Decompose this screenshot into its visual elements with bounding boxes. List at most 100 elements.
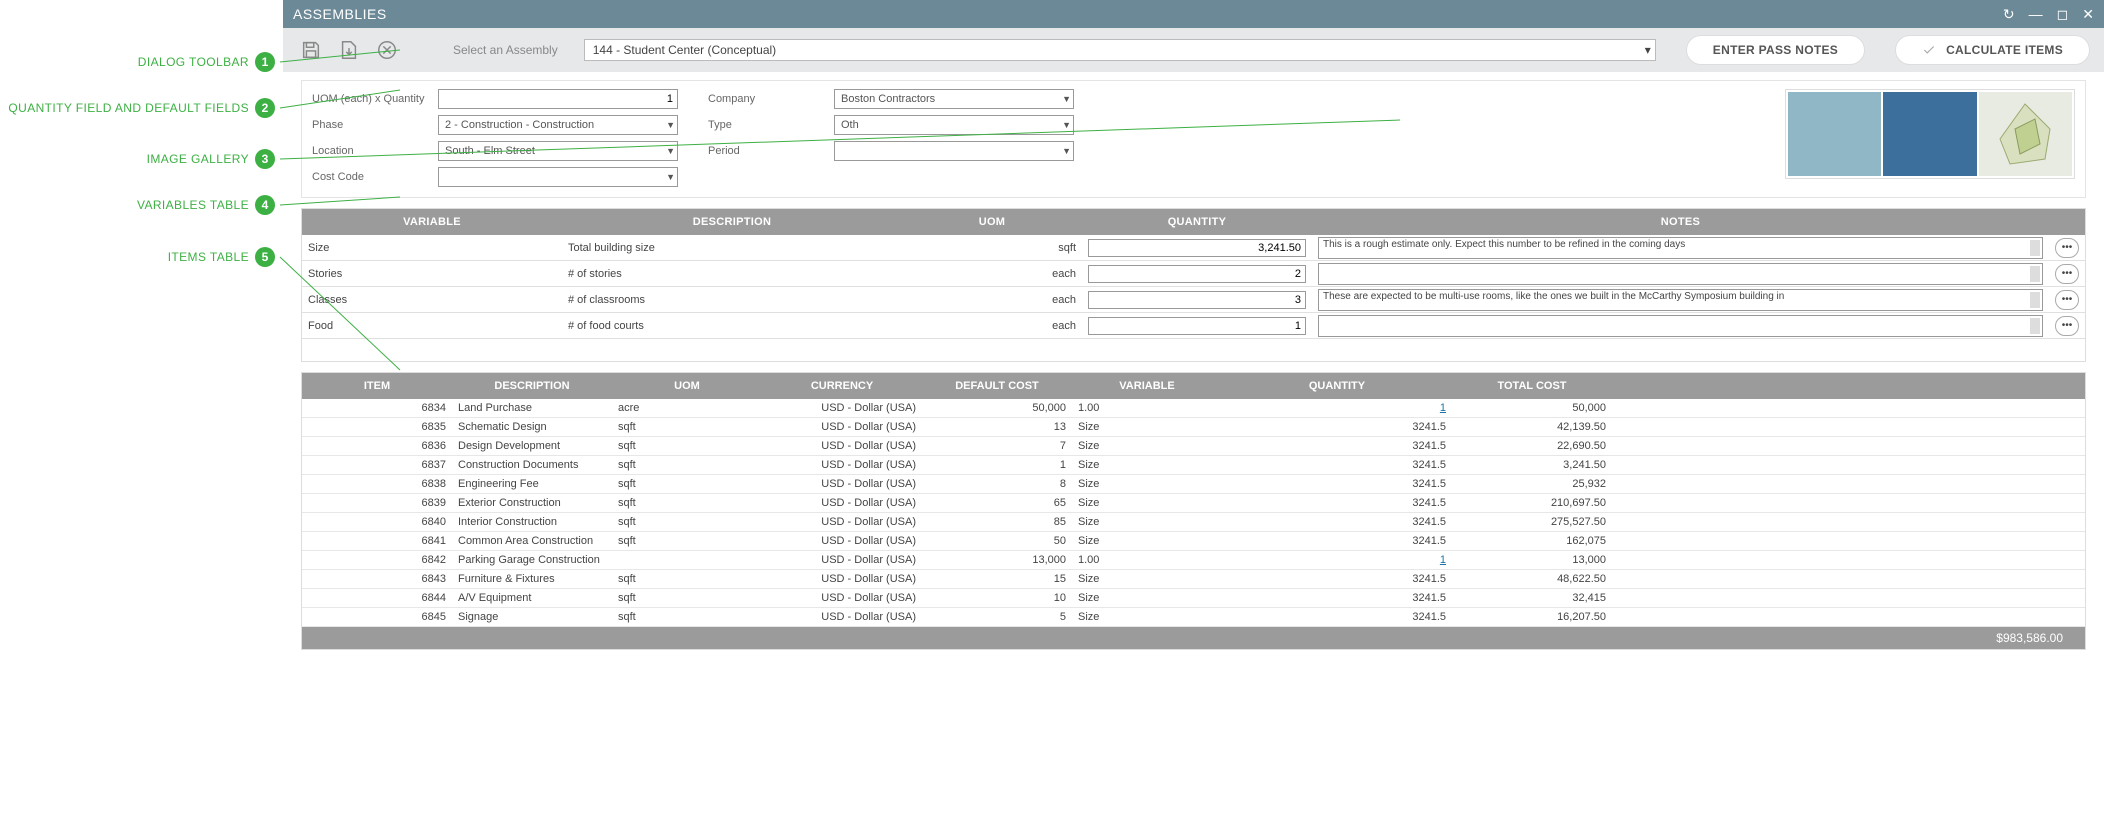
item-variable: Size [1072,440,1222,452]
item-default-cost: 13 [922,421,1072,433]
period-select[interactable]: ▼ [834,141,1074,161]
gallery-image[interactable] [1788,92,1881,176]
costcode-select[interactable]: ▼ [438,167,678,187]
minimize-icon[interactable]: — [2029,6,2043,22]
item-id: 6837 [302,459,452,471]
variable-notes[interactable]: This is a rough estimate only. Expect th… [1318,237,2043,259]
refresh-icon[interactable]: ↻ [2003,6,2015,23]
close-icon[interactable]: ✕ [2082,6,2094,23]
assembly-select[interactable]: 144 - Student Center (Conceptual) ▾ [584,39,1656,61]
variable-notes[interactable] [1318,315,2043,337]
period-label: Period [708,145,828,157]
variable-notes[interactable]: These are expected to be multi-use rooms… [1318,289,2043,311]
phase-select[interactable]: 2 - Construction - Construction▼ [438,115,678,135]
item-currency: USD - Dollar (USA) [762,478,922,490]
company-label: Company [708,93,828,105]
variable-row[interactable]: Classes# of classroomseachThese are expe… [302,287,2085,313]
type-select[interactable]: Oth▼ [834,115,1074,135]
item-row[interactable]: 6838Engineering FeesqftUSD - Dollar (USA… [302,475,2085,494]
item-currency: USD - Dollar (USA) [762,611,922,623]
more-button[interactable]: ••• [2055,316,2079,336]
image-gallery[interactable] [1785,89,2075,179]
annotation-badge: 2 [255,98,275,118]
company-select[interactable]: Boston Contractors▼ [834,89,1074,109]
items-scroll[interactable]: 6834Land PurchaseacreUSD - Dollar (USA)5… [302,399,2085,627]
more-button[interactable]: ••• [2055,238,2079,258]
col-currency: CURRENCY [762,380,922,392]
col-variable: VARIABLE [302,216,562,228]
item-currency: USD - Dollar (USA) [762,573,922,585]
annotation-badge: 1 [255,52,275,72]
variable-qty-input[interactable] [1088,317,1306,335]
item-row[interactable]: 6845SignagesqftUSD - Dollar (USA)5Size32… [302,608,2085,627]
item-total: 13,000 [1452,554,1612,566]
assemblies-dialog: ASSEMBLIES ↻ — ◻ ✕ Select an Assembly 14… [283,0,2104,840]
item-currency: USD - Dollar (USA) [762,459,922,471]
chevron-down-icon: ▼ [666,120,675,130]
phase-label: Phase [312,119,432,131]
item-row[interactable]: 6836Design DevelopmentsqftUSD - Dollar (… [302,437,2085,456]
variable-row[interactable]: Food# of food courtseach••• [302,313,2085,339]
item-qty: 3241.5 [1222,516,1452,528]
item-total: 275,527.50 [1452,516,1612,528]
annotations-panel: DIALOG TOOLBAR1 QUANTITY FIELD AND DEFAU… [0,0,283,840]
item-row[interactable]: 6839Exterior ConstructionsqftUSD - Dolla… [302,494,2085,513]
item-desc: Furniture & Fixtures [452,573,612,585]
chevron-down-icon: ▾ [1645,43,1651,57]
col-quantity: QUANTITY [1222,380,1452,392]
variable-row[interactable]: SizeTotal building sizesqftThis is a rou… [302,235,2085,261]
col-description: DESCRIPTION [562,216,902,228]
annotation-label: IMAGE GALLERY [147,152,249,166]
save-icon[interactable] [297,36,325,64]
col-notes: NOTES [1312,216,2049,228]
item-row[interactable]: 6842Parking Garage ConstructionUSD - Dol… [302,551,2085,570]
col-item: ITEM [302,380,452,392]
chevron-down-icon: ▼ [666,146,675,156]
item-qty: 1 [1222,554,1452,566]
col-uom: UOM [612,380,762,392]
variable-row[interactable]: Stories# of storieseach••• [302,261,2085,287]
item-row[interactable]: 6834Land PurchaseacreUSD - Dollar (USA)5… [302,399,2085,418]
item-row[interactable]: 6844A/V EquipmentsqftUSD - Dollar (USA)1… [302,589,2085,608]
col-description: DESCRIPTION [452,380,612,392]
enter-pass-notes-button[interactable]: ENTER PASS NOTES [1686,35,1865,65]
item-id: 6834 [302,402,452,414]
item-variable: Size [1072,592,1222,604]
gallery-image[interactable] [1883,92,1976,176]
item-default-cost: 7 [922,440,1072,452]
uom-qty-input[interactable] [438,89,678,109]
variable-qty-input[interactable] [1088,291,1306,309]
maximize-icon[interactable]: ◻ [2057,6,2069,23]
location-select[interactable]: South - Elm Street▼ [438,141,678,161]
variable-desc: Total building size [562,242,902,254]
item-row[interactable]: 6841Common Area ConstructionsqftUSD - Do… [302,532,2085,551]
type-label: Type [708,119,828,131]
items-total: $983,586.00 [302,627,2085,649]
variable-qty-input[interactable] [1088,265,1306,283]
item-currency: USD - Dollar (USA) [762,516,922,528]
item-id: 6844 [302,592,452,604]
costcode-label: Cost Code [312,171,432,183]
item-qty: 3241.5 [1222,440,1452,452]
cancel-icon[interactable] [373,36,401,64]
item-default-cost: 10 [922,592,1072,604]
item-default-cost: 5 [922,611,1072,623]
more-button[interactable]: ••• [2055,264,2079,284]
item-default-cost: 65 [922,497,1072,509]
item-row[interactable]: 6843Furniture & FixturessqftUSD - Dollar… [302,570,2085,589]
export-icon[interactable] [335,36,363,64]
item-qty: 3241.5 [1222,421,1452,433]
more-button[interactable]: ••• [2055,290,2079,310]
calculate-items-button[interactable]: CALCULATE ITEMS [1895,35,2090,65]
variable-qty-input[interactable] [1088,239,1306,257]
item-currency: USD - Dollar (USA) [762,440,922,452]
variable-notes[interactable] [1318,263,2043,285]
item-row[interactable]: 6837Construction DocumentssqftUSD - Doll… [302,456,2085,475]
gallery-image[interactable] [1979,92,2072,176]
dialog-toolbar: Select an Assembly 144 - Student Center … [283,28,2104,72]
dialog-title: ASSEMBLIES [293,6,387,22]
item-row[interactable]: 6835Schematic DesignsqftUSD - Dollar (US… [302,418,2085,437]
item-row[interactable]: 6840Interior ConstructionsqftUSD - Dolla… [302,513,2085,532]
item-qty: 1 [1222,402,1452,414]
item-desc: Construction Documents [452,459,612,471]
